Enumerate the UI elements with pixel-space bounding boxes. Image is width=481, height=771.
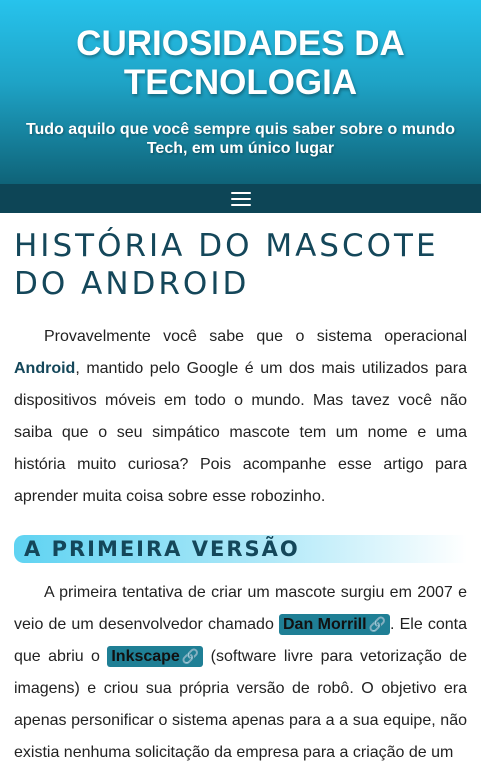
- intro-paragraph: Provavelmente você sabe que o sistema op…: [14, 321, 467, 513]
- dan-morrill-link-label: Dan Morrill: [283, 616, 367, 633]
- inkscape-link-label: Inkscape: [111, 648, 180, 665]
- site-header: CURIOSIDADES DA TECNOLOGIA Tudo aquilo q…: [0, 0, 481, 184]
- link-icon: 🔗: [181, 648, 200, 664]
- intro-text-start: Provavelmente você sabe que o sistema op…: [44, 328, 467, 345]
- section-heading-primeira-versao: A primeira versão: [14, 535, 467, 563]
- inkscape-link[interactable]: Inkscape 🔗: [107, 646, 204, 667]
- dan-morrill-link[interactable]: Dan Morrill 🔗: [279, 614, 390, 635]
- hamburger-line: [230, 197, 251, 200]
- hamburger-menu-icon[interactable]: [230, 191, 251, 206]
- section-paragraph: A primeira tentativa de criar um mascote…: [14, 577, 467, 769]
- hamburger-line: [230, 203, 251, 206]
- navbar: [0, 184, 481, 213]
- hamburger-line: [230, 191, 251, 194]
- article-content: História do Mascote do Android Provavelm…: [0, 213, 481, 769]
- site-title[interactable]: CURIOSIDADES DA TECNOLOGIA: [0, 24, 481, 102]
- article-title: História do Mascote do Android: [14, 228, 439, 302]
- intro-text-end: , mantido pelo Google é um dos mais util…: [14, 360, 467, 505]
- site-tagline: Tudo aquilo que você sempre quis saber s…: [25, 121, 456, 157]
- android-link[interactable]: Android: [14, 360, 75, 377]
- link-icon: 🔗: [368, 616, 386, 632]
